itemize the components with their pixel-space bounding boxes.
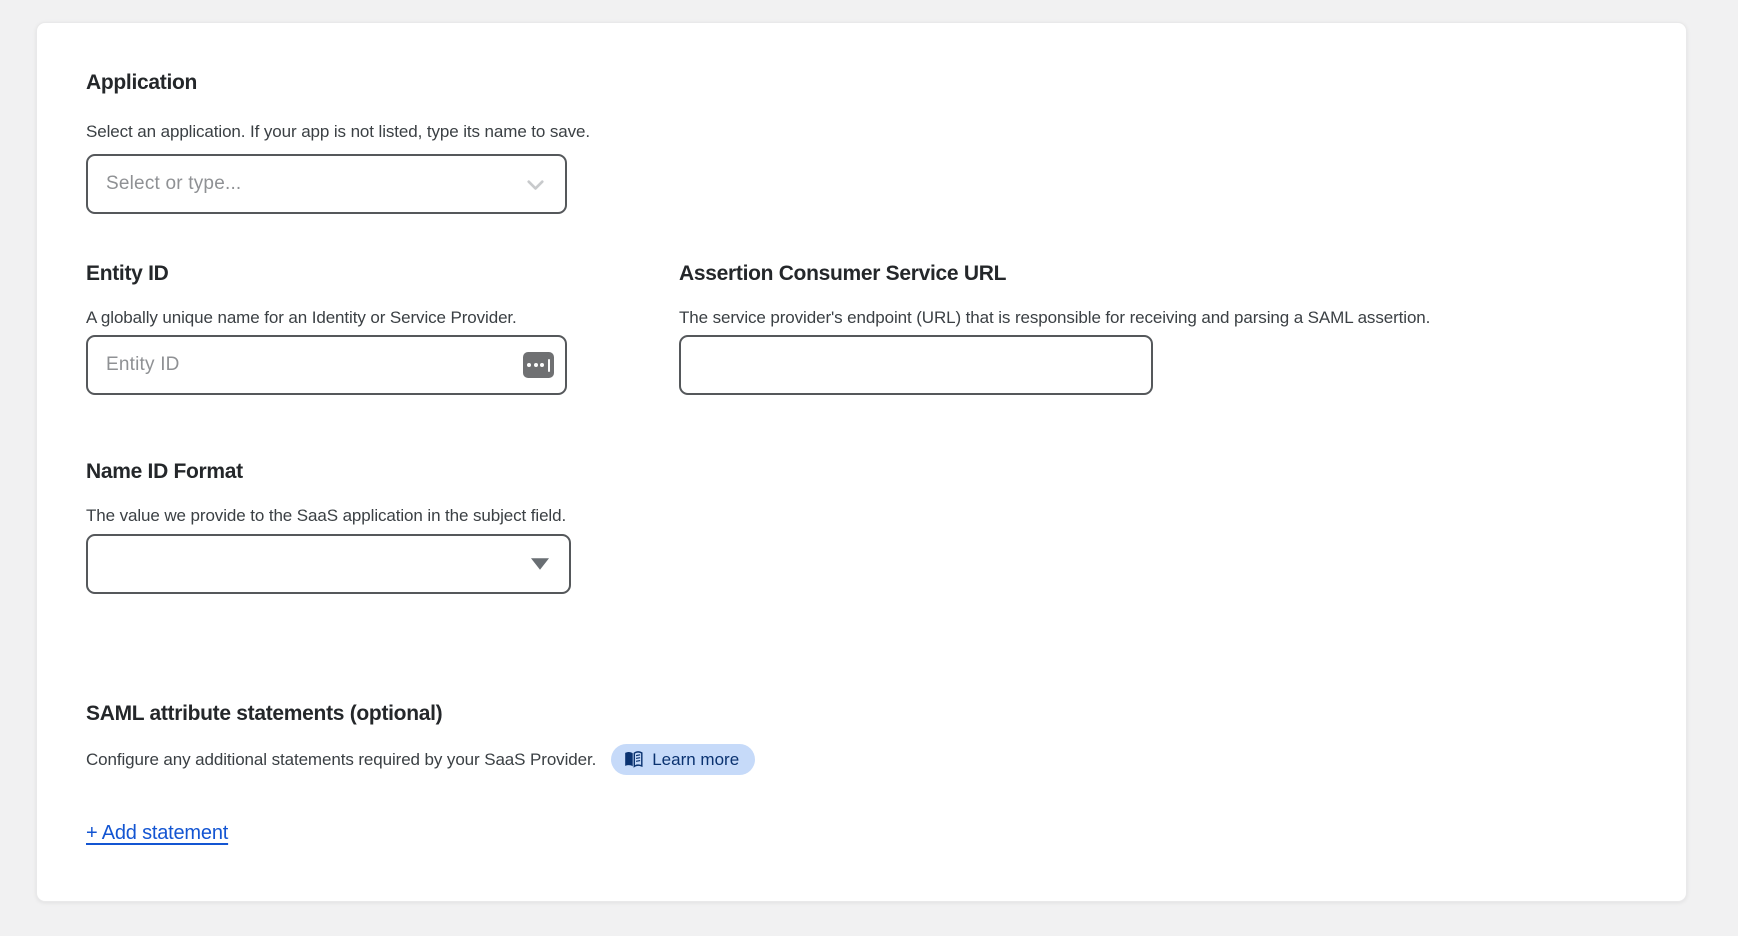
- saml-statements-heading: SAML attribute statements (optional): [86, 702, 1686, 726]
- learn-more-button[interactable]: Learn more: [611, 744, 755, 775]
- triangle-down-icon: [531, 558, 549, 570]
- acs-url-input[interactable]: [679, 335, 1153, 395]
- application-description: Select an application. If your app is no…: [86, 123, 1686, 141]
- application-heading: Application: [86, 71, 1686, 95]
- name-id-format-heading: Name ID Format: [86, 460, 1686, 484]
- entity-id-section: Entity ID A globally unique name for an …: [86, 262, 679, 395]
- acs-url-heading: Assertion Consumer Service URL: [679, 262, 1686, 286]
- entity-acs-row: Entity ID A globally unique name for an …: [86, 262, 1686, 395]
- application-section: Application Select an application. If yo…: [86, 71, 1686, 214]
- application-select[interactable]: Select or type...: [86, 154, 567, 214]
- acs-url-section: Assertion Consumer Service URL The servi…: [679, 262, 1686, 395]
- add-statement-link[interactable]: + Add statement: [86, 822, 228, 845]
- name-id-format-section: Name ID Format The value we provide to t…: [86, 460, 1686, 594]
- entity-id-input-wrap: [86, 335, 567, 395]
- chevron-down-icon: [522, 171, 549, 198]
- autofill-dots-icon[interactable]: [523, 352, 554, 378]
- saml-statements-description-row: Configure any additional statements requ…: [86, 744, 1686, 775]
- saml-settings-card: Application Select an application. If yo…: [36, 22, 1687, 902]
- name-id-format-select[interactable]: [86, 534, 571, 594]
- open-book-icon: [624, 751, 643, 768]
- application-select-placeholder: Select or type...: [106, 173, 241, 195]
- acs-url-description: The service provider's endpoint (URL) th…: [679, 309, 1686, 327]
- acs-url-input-wrap: [679, 335, 1153, 395]
- saml-statements-section: SAML attribute statements (optional) Con…: [86, 702, 1686, 845]
- learn-more-label: Learn more: [652, 750, 739, 770]
- entity-id-input[interactable]: [86, 335, 567, 395]
- saml-statements-description: Configure any additional statements requ…: [86, 751, 596, 769]
- entity-id-description: A globally unique name for an Identity o…: [86, 309, 679, 327]
- entity-id-heading: Entity ID: [86, 262, 679, 286]
- name-id-format-description: The value we provide to the SaaS applica…: [86, 507, 1686, 525]
